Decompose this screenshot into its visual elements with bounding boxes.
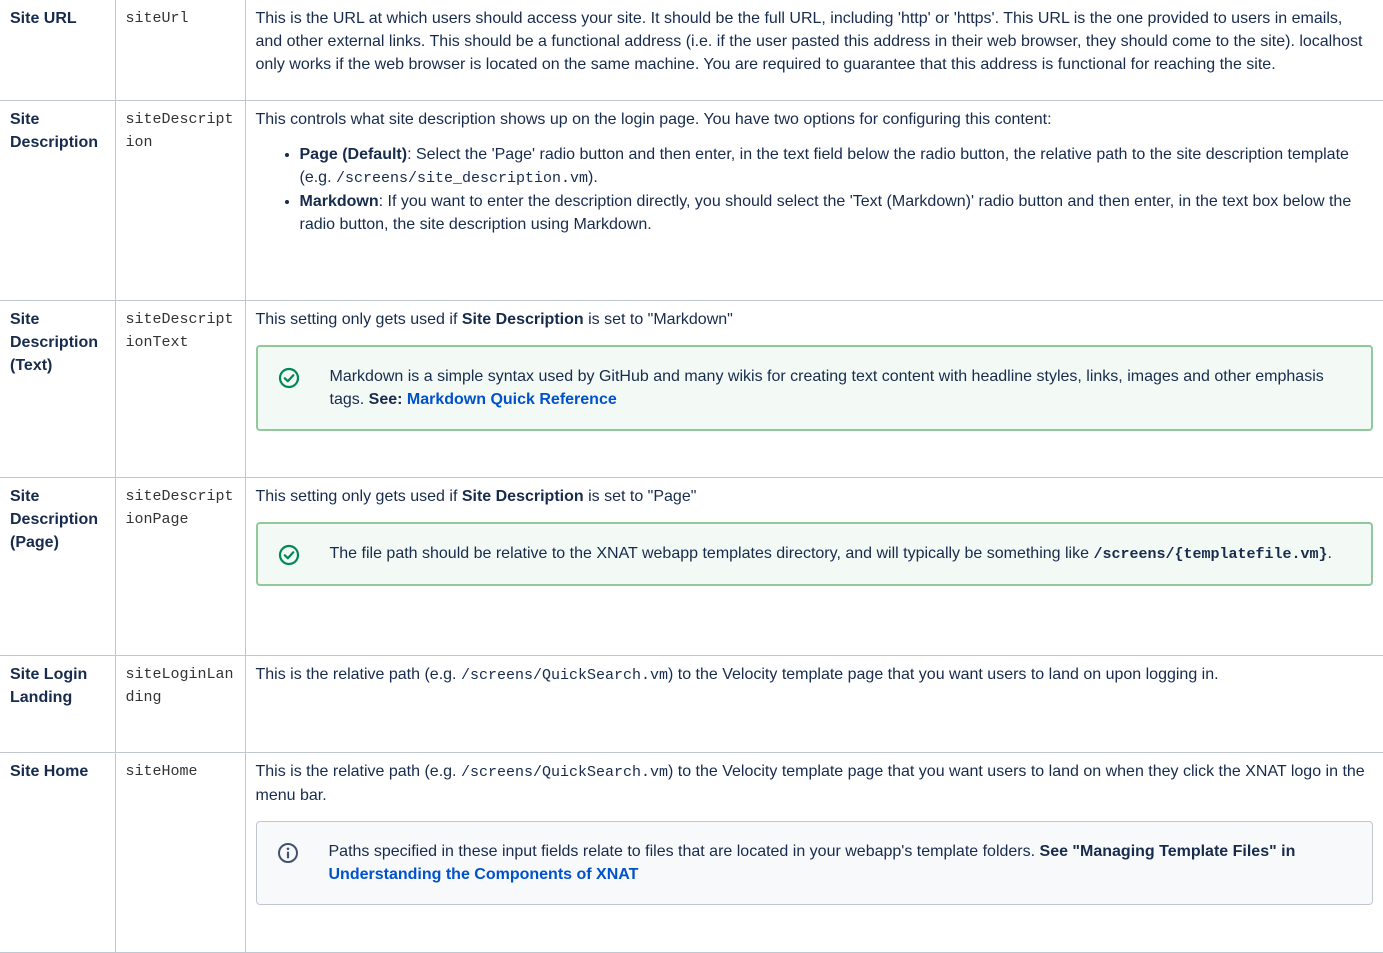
path-code: /screens/QuickSearch.vm — [460, 666, 668, 684]
description-text: This is the URL at which users should ac… — [255, 10, 1363, 73]
table-row: Site Login Landing siteLoginLanding This… — [0, 654, 1383, 753]
text-segment: This setting only gets used if — [255, 487, 462, 505]
description-text: This setting only gets used if Site Desc… — [256, 485, 1374, 508]
setting-reference: Site Description — [461, 487, 584, 505]
see-label: See: — [368, 390, 407, 408]
tip-panel: The file path should be relative to the … — [255, 521, 1373, 586]
tip-text: The file path should be relative to the … — [330, 542, 1352, 566]
setting-key: siteUrl — [114, 0, 246, 101]
table-row: Site Home siteHome This is the relative … — [0, 751, 1383, 953]
setting-name: Site URL — [0, 0, 116, 101]
table-row: Site Description (Text) siteDescriptionT… — [0, 299, 1383, 478]
list-item: Markdown: If you want to enter the descr… — [300, 190, 1374, 236]
text-segment: . — [1327, 544, 1332, 562]
option-label: Page (Default) — [299, 145, 408, 163]
table-row: Site URL siteUrl This is the URL at whic… — [0, 0, 1383, 101]
setting-reference: Site Description — [461, 310, 584, 328]
options-list: Page (Default): Select the 'Page' radio … — [256, 143, 1374, 236]
option-text-end: ). — [588, 168, 598, 186]
setting-name: Site Description (Page) — [0, 476, 116, 656]
setting-key: siteDescription — [114, 99, 246, 301]
setting-key: siteDescriptionPage — [114, 476, 246, 656]
path-code: /screens/QuickSearch.vm — [460, 763, 668, 781]
setting-name: Site Description — [0, 99, 116, 301]
setting-description: This is the URL at which users should ac… — [244, 0, 1383, 101]
setting-description: This is the relative path (e.g. /screens… — [244, 751, 1383, 953]
setting-description: This setting only gets used if Site Desc… — [244, 476, 1383, 656]
setting-name: Site Home — [0, 751, 116, 953]
markdown-reference-link[interactable]: Markdown Quick Reference — [407, 391, 617, 408]
setting-name: Site Description (Text) — [0, 299, 116, 478]
description-text: This is the relative path (e.g. /screens… — [256, 663, 1374, 687]
setting-key: siteDescriptionText — [114, 299, 246, 478]
settings-table: Site URL siteUrl This is the URL at whic… — [0, 0, 1383, 953]
setting-description: This setting only gets used if Site Desc… — [244, 299, 1383, 478]
see-label: See "Managing Template Files" in — [1039, 842, 1296, 860]
setting-key: siteLoginLanding — [114, 654, 246, 753]
text-segment: Paths specified in these input fields re… — [328, 842, 1040, 860]
table-row: Site Description (Page) siteDescriptionP… — [0, 476, 1383, 656]
description-text: This setting only gets used if Site Desc… — [256, 308, 1374, 331]
tip-text: Markdown is a simple syntax used by GitH… — [330, 365, 1352, 411]
setting-key: siteHome — [114, 751, 246, 953]
option-text: : If you want to enter the description d… — [299, 192, 1352, 233]
setting-description: This is the relative path (e.g. /screens… — [244, 654, 1383, 753]
description-text: This is the relative path (e.g. /screens… — [256, 760, 1374, 807]
info-panel: Paths specified in these input fields re… — [255, 820, 1373, 905]
text-segment: The file path should be relative to the … — [329, 544, 1094, 562]
text-segment: This is the relative path (e.g. — [255, 665, 461, 683]
check-circle-icon — [278, 367, 299, 388]
text-segment: This setting only gets used if — [255, 310, 462, 328]
list-item: Page (Default): Select the 'Page' radio … — [300, 143, 1374, 190]
info-text: Paths specified in these input fields re… — [329, 840, 1353, 886]
description-intro: This controls what site description show… — [255, 110, 1052, 128]
path-code: /screens/site_description.vm — [335, 169, 589, 187]
info-circle-icon — [277, 842, 298, 863]
text-segment: ) to the Velocity template page that you… — [667, 665, 1219, 683]
table-row: Site Description siteDescription This co… — [0, 99, 1383, 301]
path-code: /screens/{templatefile.vm} — [1093, 545, 1328, 563]
setting-name: Site Login Landing — [0, 654, 116, 753]
text-segment: is set to "Markdown" — [583, 310, 733, 328]
check-circle-icon — [278, 544, 299, 565]
text-segment: This is the relative path (e.g. — [255, 762, 461, 780]
option-label: Markdown — [299, 192, 379, 210]
text-segment: is set to "Page" — [583, 487, 697, 505]
setting-description: This controls what site description show… — [244, 99, 1383, 301]
tip-panel: Markdown is a simple syntax used by GitH… — [255, 344, 1373, 431]
xnat-components-link[interactable]: Understanding the Components of XNAT — [329, 866, 639, 883]
